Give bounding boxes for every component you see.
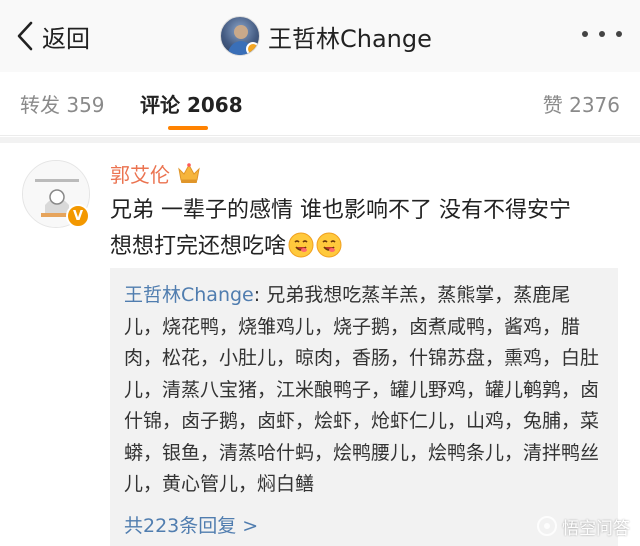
back-button[interactable]: 返回 [14,16,90,56]
yummy-face-emoji [288,232,314,258]
back-label: 返回 [42,24,90,53]
dot [582,31,588,37]
nav-title[interactable]: 王哲林Change [220,14,432,58]
verified-badge-icon [246,42,259,55]
avatar [220,16,260,56]
nav-bar: 返回 王哲林Change [0,0,640,72]
reply-body: 兄弟我想吃蒸羊羔，蒸熊掌，蒸鹿尾儿，烧花鸭，烧雏鸡儿，烧子鹅，卤煮咸鸭，酱鸡，腊… [124,284,600,495]
comment-username[interactable]: 郭艾伦 [110,159,170,188]
dot [616,31,622,37]
comment-header: 郭艾伦 [110,158,202,188]
active-tab-indicator [168,126,208,130]
divider [0,137,640,143]
wukong-logo-icon [536,515,558,537]
comment-text-line: 兄弟 一辈子的感情 谁也影响不了 没有不得安宁 [110,198,571,223]
page-title: 王哲林Change [268,24,432,53]
view-replies-link[interactable]: 共223条回复 > [124,511,258,538]
tab-comment[interactable]: 评论 2068 [140,89,243,118]
tab-like[interactable]: 赞 2376 [543,89,620,118]
tab-bar: 转发 359 评论 2068 赞 2376 [0,72,640,136]
reply-separator: : [253,284,267,306]
dot [599,31,605,37]
comment-text-line-2: 想想打完还想吃啥 [110,234,287,259]
watermark: 悟空问答 [536,514,630,539]
more-dots-icon[interactable] [582,22,622,46]
verified-v-icon: V [66,204,90,228]
reply-box: 王哲林Change: 兄弟我想吃蒸羊羔，蒸熊掌，蒸鹿尾儿，烧花鸭，烧雏鸡儿，烧子… [110,268,618,546]
chevron-left-icon [14,16,36,56]
comment-text-line: 想想打完还想吃啥 [110,229,610,265]
yummy-face-emoji [316,232,342,258]
reply-text: 王哲林Change: 兄弟我想吃蒸羊羔，蒸熊掌，蒸鹿尾儿，烧花鸭，烧雏鸡儿，烧子… [124,280,604,501]
comment-text: 兄弟 一辈子的感情 谁也影响不了 没有不得安宁 想想打完还想吃啥 [110,193,610,265]
watermark-text: 悟空问答 [562,518,630,539]
crown-icon [176,161,202,185]
reply-author[interactable]: 王哲林Change [124,284,254,306]
tab-repost[interactable]: 转发 359 [20,89,105,118]
